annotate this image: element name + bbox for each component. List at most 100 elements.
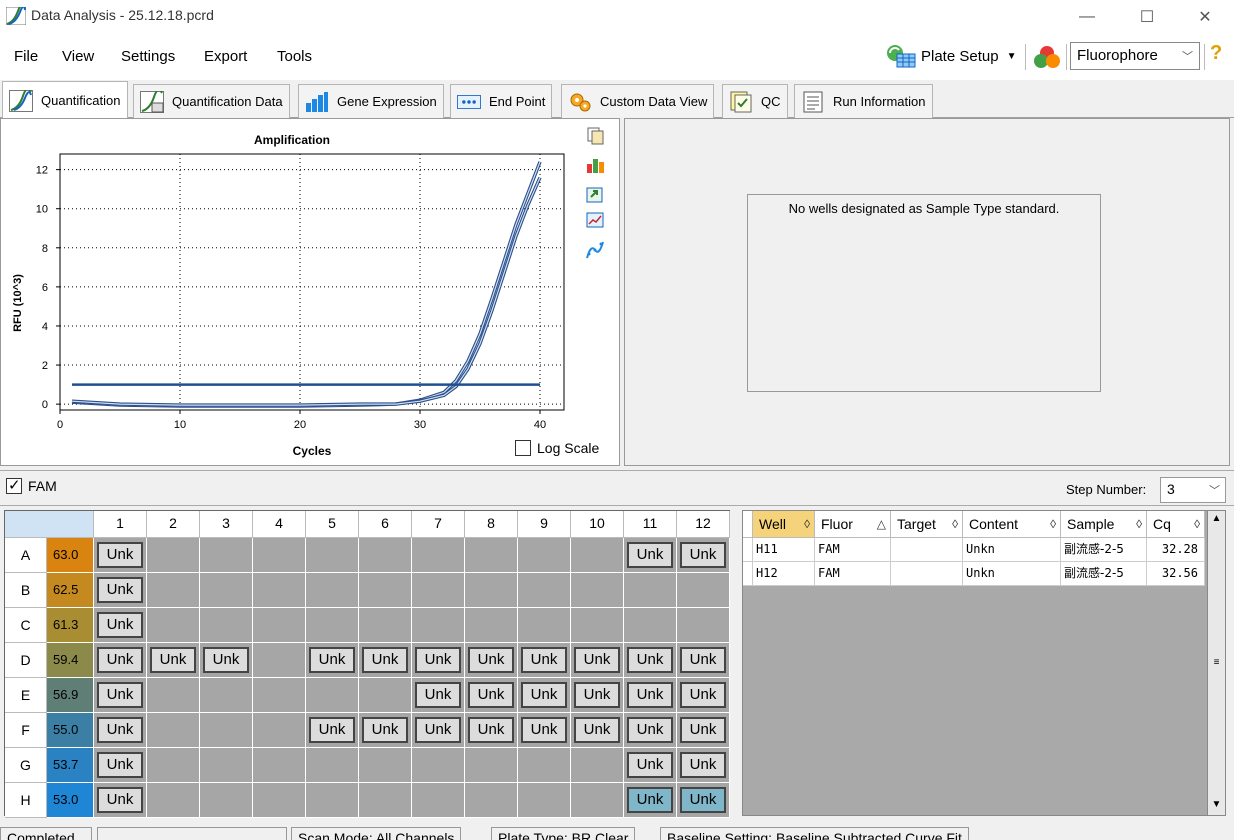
well-G2[interactable]	[147, 748, 200, 783]
plate-setup-button[interactable]: Plate Setup ▼	[885, 40, 1016, 72]
well-C7[interactable]	[412, 608, 465, 643]
well-B9[interactable]	[518, 573, 571, 608]
well-H11[interactable]: Unk	[624, 783, 677, 818]
well-sample-type[interactable]: Unk	[468, 647, 514, 673]
row-header-F[interactable]: F	[5, 713, 47, 748]
well-H6[interactable]	[359, 783, 412, 818]
well-E4[interactable]	[253, 678, 306, 713]
well-B8[interactable]	[465, 573, 518, 608]
tab-end-point[interactable]: End Point	[450, 84, 553, 118]
well-B2[interactable]	[147, 573, 200, 608]
well-F6[interactable]: Unk	[359, 713, 412, 748]
sort-icon[interactable]: ◊	[1136, 511, 1142, 538]
table-cell-cq[interactable]: 32.56	[1147, 562, 1205, 586]
table-cell-fluor[interactable]: FAM	[815, 562, 891, 586]
well-F7[interactable]: Unk	[412, 713, 465, 748]
well-sample-type[interactable]: Unk	[97, 752, 143, 778]
well-F2[interactable]	[147, 713, 200, 748]
well-D2[interactable]: Unk	[147, 643, 200, 678]
export-icon[interactable]	[585, 184, 605, 204]
column-header-sample[interactable]: Sample ◊	[1061, 511, 1147, 538]
well-B6[interactable]	[359, 573, 412, 608]
table-cell-target[interactable]	[891, 538, 963, 562]
column-header-9[interactable]: 9	[518, 511, 571, 538]
column-header-10[interactable]: 10	[571, 511, 624, 538]
well-E2[interactable]	[147, 678, 200, 713]
well-D5[interactable]: Unk	[306, 643, 359, 678]
well-H1[interactable]: Unk	[94, 783, 147, 818]
well-C10[interactable]	[571, 608, 624, 643]
well-H9[interactable]	[518, 783, 571, 818]
well-sample-type[interactable]: Unk	[680, 787, 726, 813]
row-header-B[interactable]: B	[5, 573, 47, 608]
menu-view[interactable]: View	[62, 48, 94, 65]
well-G10[interactable]	[571, 748, 624, 783]
tab-qc[interactable]: QC	[722, 84, 788, 118]
close-button[interactable]: ✕	[1182, 0, 1228, 34]
column-header-well[interactable]: Well ◊	[753, 511, 815, 538]
well-sample-type[interactable]: Unk	[97, 647, 143, 673]
well-sample-type[interactable]: Unk	[97, 612, 143, 638]
chart-options-icon[interactable]	[585, 154, 605, 174]
well-D10[interactable]: Unk	[571, 643, 624, 678]
well-F8[interactable]: Unk	[465, 713, 518, 748]
table-cell-sample[interactable]: 副流感-2-5	[1061, 538, 1147, 562]
sort-icon[interactable]: ◊	[1050, 511, 1056, 538]
well-D1[interactable]: Unk	[94, 643, 147, 678]
well-H4[interactable]	[253, 783, 306, 818]
fam-checkbox[interactable]: FAM	[6, 476, 57, 494]
well-A10[interactable]	[571, 538, 624, 573]
tab-quantification[interactable]: Quantification	[2, 81, 128, 119]
sort-icon[interactable]: ◊	[804, 511, 810, 538]
well-F1[interactable]: Unk	[94, 713, 147, 748]
well-E9[interactable]: Unk	[518, 678, 571, 713]
sort-icon[interactable]: ◊	[952, 511, 958, 538]
well-sample-type[interactable]: Unk	[627, 647, 673, 673]
well-G12[interactable]: Unk	[677, 748, 730, 783]
well-sample-type[interactable]: Unk	[680, 752, 726, 778]
well-A5[interactable]	[306, 538, 359, 573]
well-D6[interactable]: Unk	[359, 643, 412, 678]
well-H7[interactable]	[412, 783, 465, 818]
well-E1[interactable]: Unk	[94, 678, 147, 713]
well-sample-type[interactable]: Unk	[680, 647, 726, 673]
well-F5[interactable]: Unk	[306, 713, 359, 748]
row-header-G[interactable]: G	[5, 748, 47, 783]
well-A1[interactable]: Unk	[94, 538, 147, 573]
well-E11[interactable]: Unk	[624, 678, 677, 713]
well-F11[interactable]: Unk	[624, 713, 677, 748]
zoom-chart-icon[interactable]	[585, 210, 605, 230]
well-D7[interactable]: Unk	[412, 643, 465, 678]
well-C9[interactable]	[518, 608, 571, 643]
well-sample-type[interactable]: Unk	[680, 542, 726, 568]
well-F9[interactable]: Unk	[518, 713, 571, 748]
well-sample-type[interactable]: Unk	[574, 647, 620, 673]
well-sample-type[interactable]: Unk	[415, 682, 461, 708]
row-header-A[interactable]: A	[5, 538, 47, 573]
well-D3[interactable]: Unk	[200, 643, 253, 678]
well-H12[interactable]: Unk	[677, 783, 730, 818]
well-sample-type[interactable]: Unk	[309, 717, 355, 743]
well-A7[interactable]	[412, 538, 465, 573]
well-G5[interactable]	[306, 748, 359, 783]
well-sample-type[interactable]: Unk	[97, 542, 143, 568]
tab-custom-data-view[interactable]: Custom Data View	[561, 84, 715, 118]
well-B10[interactable]	[571, 573, 624, 608]
table-cell-content[interactable]: Unkn	[963, 538, 1061, 562]
column-header-12[interactable]: 12	[677, 511, 730, 538]
row-selector[interactable]	[743, 538, 753, 562]
plate-grid[interactable]: 1 2 3 4 5 6 7 8 9 10 11 12 A 63.0 Unk Unk Unk B 62.5 Unk C 61…	[4, 510, 730, 818]
well-sample-type[interactable]: Unk	[627, 542, 673, 568]
well-A12[interactable]: Unk	[677, 538, 730, 573]
table-cell-sample[interactable]: 副流感-2-5	[1061, 562, 1147, 586]
well-C4[interactable]	[253, 608, 306, 643]
well-sample-type[interactable]: Unk	[627, 787, 673, 813]
log-scale-checkbox[interactable]: Log Scale	[515, 440, 599, 456]
well-D12[interactable]: Unk	[677, 643, 730, 678]
well-E6[interactable]	[359, 678, 412, 713]
column-header-7[interactable]: 7	[412, 511, 465, 538]
well-sample-type[interactable]: Unk	[680, 717, 726, 743]
scroll-up-icon[interactable]: ▲	[1210, 513, 1223, 527]
row-selector[interactable]	[743, 562, 753, 586]
checkbox-box[interactable]	[515, 440, 531, 456]
